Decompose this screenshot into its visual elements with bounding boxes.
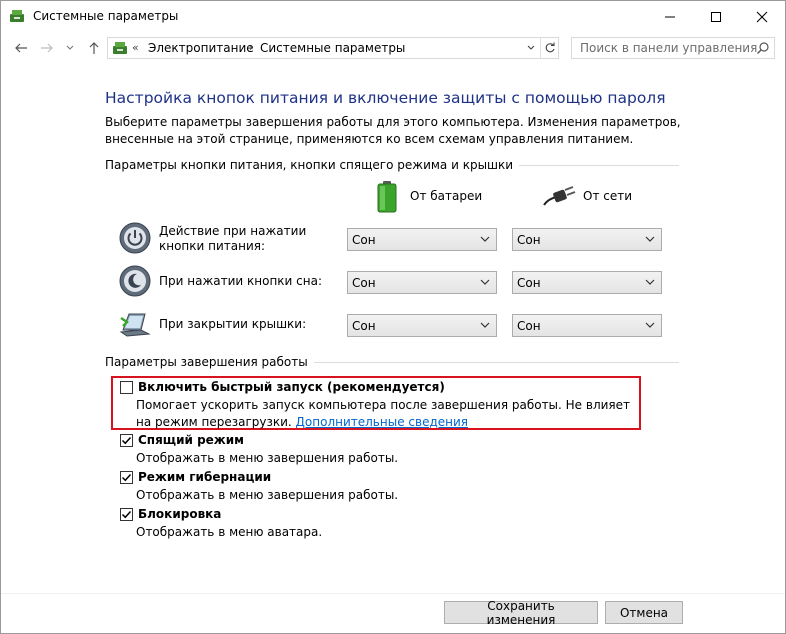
breadcrumb-system-settings[interactable]: Системные параметры (260, 41, 405, 55)
address-dropdown-button[interactable] (522, 38, 540, 58)
maximize-icon (711, 11, 721, 22)
ac-column-header: От сети (583, 189, 633, 203)
fast-startup-label[interactable]: Включить быстрый запуск (рекомендуется) (138, 380, 445, 394)
up-button[interactable] (85, 38, 103, 58)
minimize-icon (665, 16, 675, 17)
lock-label[interactable]: Блокировка (138, 507, 221, 521)
arrow-left-icon (15, 43, 27, 53)
window-title: Системные параметры (33, 9, 179, 23)
hibernate-checkbox[interactable] (120, 471, 133, 484)
checkmark-icon (121, 473, 132, 482)
lock-checkbox[interactable] (120, 508, 133, 521)
power-button-ac-select[interactable]: Сон (512, 228, 662, 251)
checkmark-icon (121, 510, 132, 519)
refresh-icon (545, 42, 555, 53)
save-button[interactable]: Сохранить изменения (444, 599, 598, 627)
fast-startup-description: Помогает ускорить запуск компьютера посл… (136, 398, 631, 429)
cancel-button[interactable]: Отмена (605, 601, 683, 624)
search-icon[interactable] (756, 41, 770, 55)
power-button-icon (119, 222, 151, 254)
breadcrumb-separator-icon: › (249, 41, 254, 54)
checkmark-icon (121, 436, 132, 445)
battery-column-header: От батареи (410, 189, 483, 203)
chevron-down-icon (480, 322, 490, 328)
search-input[interactable]: Поиск в панели управления (571, 37, 775, 59)
laptop-lid-icon (119, 313, 151, 337)
power-options-icon (10, 10, 24, 22)
footer-divider (1, 593, 785, 594)
power-group-title: Параметры кнопки питания, кнопки спящего… (105, 158, 520, 172)
lock-description: Отображать в меню аватара. (136, 525, 323, 539)
maximize-button[interactable] (693, 1, 739, 32)
chevron-down-icon (480, 279, 490, 285)
sleep-label[interactable]: Спящий режим (138, 433, 244, 447)
sleep-button-battery-select[interactable]: Сон (347, 271, 497, 294)
lid-close-ac-select[interactable]: Сон (512, 314, 662, 337)
chevron-down-icon (480, 236, 490, 242)
chevron-down-icon (66, 45, 74, 50)
hibernate-description: Отображать в меню завершения работы. (136, 488, 399, 502)
chevron-down-icon (527, 45, 535, 50)
power-plug-icon (543, 186, 576, 206)
lid-close-battery-select[interactable]: Сон (347, 314, 497, 337)
power-options-icon (113, 42, 127, 54)
forward-button[interactable] (37, 38, 57, 58)
address-bar[interactable]: « Электропитание › Системные параметры (107, 37, 559, 59)
page-description: Выберите параметры завершения работы для… (105, 115, 681, 146)
sleep-button-label: При нажатии кнопки сна: (159, 274, 323, 288)
recent-locations-button[interactable] (63, 38, 77, 58)
title-bar: Системные параметры (1, 1, 785, 32)
more-info-link[interactable]: Дополнительные сведения (296, 415, 468, 429)
sleep-button-ac-select[interactable]: Сон (512, 271, 662, 294)
chevron-down-icon (645, 322, 655, 328)
chevron-down-icon (645, 236, 655, 242)
navigation-bar: « Электропитание › Системные параметры П… (1, 32, 785, 66)
battery-icon (377, 181, 397, 213)
power-button-battery-select[interactable]: Сон (347, 228, 497, 251)
chevron-down-icon (645, 279, 655, 285)
minimize-button[interactable] (647, 1, 693, 32)
sleep-button-icon (119, 265, 151, 297)
arrow-up-icon (89, 42, 99, 54)
sleep-description: Отображать в меню завершения работы. (136, 451, 399, 465)
search-placeholder: Поиск в панели управления (580, 41, 758, 55)
refresh-button[interactable] (540, 38, 559, 58)
lid-close-label: При закрытии крышки: (159, 317, 307, 331)
power-button-action-label: Действие при нажатии кнопки питания: (159, 224, 307, 253)
arrow-right-icon (41, 43, 53, 53)
sleep-checkbox[interactable] (120, 434, 133, 447)
fast-startup-checkbox[interactable] (120, 381, 133, 394)
breadcrumb-power-options[interactable]: Электропитание (148, 41, 254, 55)
page-title: Настройка кнопок питания и включение защ… (105, 89, 666, 107)
back-button[interactable] (11, 38, 31, 58)
breadcrumb-overflow[interactable]: « (132, 41, 139, 54)
power-settings-window: Системные параметры « Электропитание › С… (0, 0, 786, 634)
hibernate-label[interactable]: Режим гибернации (138, 470, 271, 484)
close-icon (756, 11, 768, 22)
close-button[interactable] (739, 1, 785, 32)
shutdown-group-title: Параметры завершения работы (105, 355, 314, 369)
